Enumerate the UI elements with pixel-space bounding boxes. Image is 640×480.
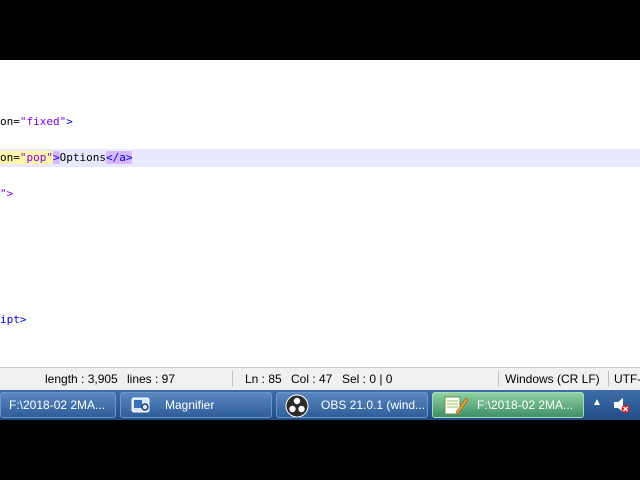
code-attribute: on= (0, 151, 20, 164)
code-string: "> (0, 187, 14, 200)
taskbar-item-notepadpp-active[interactable]: F:\2018-02 2MA... (432, 392, 584, 418)
taskbar: F:\2018-02 2MA... Magnifier OBS 21.0.1 (… (0, 390, 640, 420)
code-attribute: on= (0, 115, 20, 128)
code-tag-end: > (66, 115, 73, 128)
code-line[interactable]: "> (0, 185, 640, 203)
status-encoding[interactable]: UTF- (614, 368, 640, 390)
taskbar-item-label: Magnifier (165, 398, 215, 412)
notepadpp-icon (444, 396, 469, 415)
code-close-tag: ipt> (0, 313, 27, 326)
status-column: Col : 47 (291, 372, 333, 386)
code-editor[interactable]: on="fixed"> on="pop">Options</a> "> ipt> (0, 60, 640, 367)
taskbar-item-label: F:\2018-02 2MA... (477, 398, 574, 412)
status-divider (232, 371, 233, 387)
status-eol-format[interactable]: Windows (CR LF) (505, 368, 600, 390)
magnifier-icon (131, 397, 150, 413)
status-length: length : 3,905 (45, 372, 118, 386)
screen: on="fixed"> on="pop">Options</a> "> ipt>… (0, 60, 640, 420)
code-line[interactable]: on="fixed"> (0, 113, 640, 131)
code-close-tag: </a> (105, 151, 133, 164)
code-line[interactable]: ipt> (0, 311, 640, 329)
speaker-muted-icon[interactable] (612, 396, 630, 414)
status-divider (498, 371, 499, 387)
code-line-current[interactable]: on="pop">Options</a> (0, 149, 640, 167)
code-string: "fixed" (19, 115, 67, 128)
taskbar-item-obs[interactable]: OBS 21.0.1 (wind... (276, 392, 428, 418)
obs-icon (285, 394, 309, 417)
status-selection: Sel : 0 | 0 (342, 372, 393, 386)
taskbar-item-notepadpp[interactable]: F:\2018-02 2MA... (0, 392, 116, 418)
tray-expand-icon[interactable]: ▲ (592, 397, 602, 408)
status-divider (608, 371, 609, 387)
status-line-number: Ln : 85 (245, 372, 282, 386)
status-bar: length : 3,905 lines : 97 Ln : 85 Col : … (0, 367, 640, 390)
code-text: Options (59, 151, 106, 164)
status-lines: lines : 97 (127, 372, 176, 386)
taskbar-item-label: F:\2018-02 2MA... (9, 398, 106, 412)
code-tag-end: > (53, 151, 60, 164)
taskbar-item-magnifier[interactable]: Magnifier (120, 392, 272, 418)
taskbar-item-label: OBS 21.0.1 (wind... (321, 398, 426, 412)
code-string: "pop" (19, 151, 53, 164)
